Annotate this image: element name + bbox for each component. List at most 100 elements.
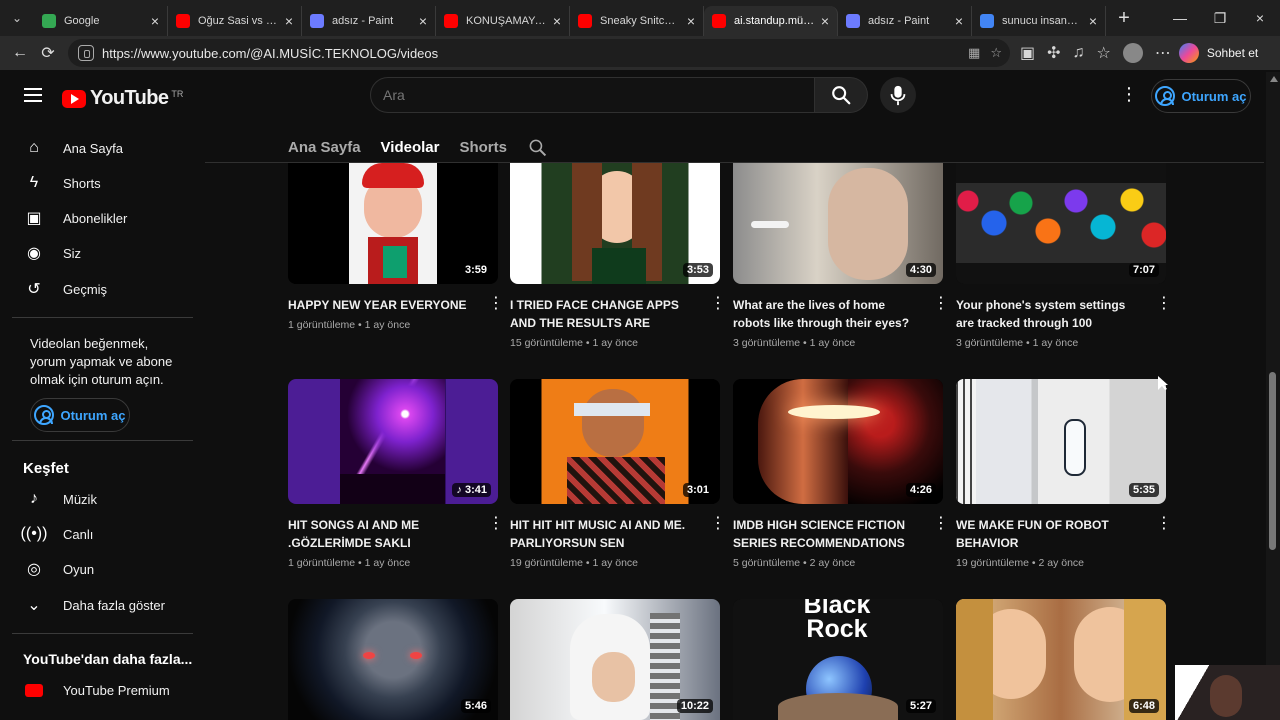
new-tab-icon[interactable]: + — [1106, 7, 1142, 30]
sidebar-item-gaming[interactable]: ◎ Oyun — [0, 552, 205, 586]
video-menu-icon[interactable]: ⋮ — [933, 296, 949, 315]
search-button[interactable] — [815, 77, 868, 113]
video-title[interactable]: HIT SONGS AI AND ME .GÖZLERİMDE SAKLI — [288, 516, 468, 552]
video-thumbnail[interactable]: ♪ 3:41 — [288, 379, 498, 504]
video-menu-icon[interactable]: ⋮ — [488, 516, 504, 535]
video-title[interactable]: I TRIED FACE CHANGE APPS AND THE RESULTS… — [510, 296, 690, 332]
close-tab-icon[interactable]: × — [553, 13, 561, 29]
video-menu-icon[interactable]: ⋮ — [710, 296, 726, 315]
sidebar-item-shorts[interactable]: ϟ Shorts — [0, 166, 205, 200]
video-menu-icon[interactable]: ⋮ — [1156, 296, 1172, 315]
video-menu-icon[interactable]: ⋮ — [710, 516, 726, 535]
refresh-icon[interactable]: ⟳ — [34, 39, 62, 67]
more-browser-icon[interactable]: ⋯ — [1155, 43, 1171, 63]
close-tab-icon[interactable]: × — [821, 13, 829, 29]
video-thumbnail[interactable]: 6:48 — [956, 599, 1166, 720]
video-card[interactable]: 7:07 Your phone's system settings are tra… — [956, 163, 1172, 349]
browser-tab-google[interactable]: Google × — [34, 6, 168, 36]
apps-icon[interactable]: ▦ — [968, 45, 980, 61]
browser-tab-paint[interactable]: adsız - Paint × — [838, 6, 972, 36]
video-thumbnail[interactable]: 5:35 — [956, 379, 1166, 504]
video-card[interactable]: 10:22 — [510, 599, 720, 720]
url-text[interactable]: https://www.youtube.com/@AI.MUSİC.TEKNOL… — [102, 46, 438, 61]
browser-tab-active-youtube[interactable]: ai.standup.müzik - × — [704, 6, 838, 36]
sidebar-item-history[interactable]: ↺ Geçmiş — [0, 272, 205, 306]
favorites-icon[interactable]: ☆ — [1097, 43, 1111, 63]
copilot-chat-button[interactable]: Sohbet et — [1178, 43, 1258, 63]
close-tab-icon[interactable]: × — [955, 13, 963, 29]
video-card[interactable]: 5:46 — [288, 599, 498, 720]
video-menu-icon[interactable]: ⋮ — [933, 516, 949, 535]
page-scrollbar[interactable] — [1266, 72, 1280, 720]
video-card[interactable]: 3:59 HAPPY NEW YEAR EVERYONE ⋮ 1 görüntülem… — [288, 163, 504, 331]
video-title[interactable]: Your phone's system settings are tracked… — [956, 296, 1136, 332]
video-title[interactable]: IMDB HIGH SCIENCE FICTION SERIES RECOMME… — [733, 516, 913, 552]
sidebar-item-show-more[interactable]: ⌄ Daha fazla göster — [0, 588, 205, 622]
sidebar-item-premium[interactable]: YouTube Premium — [0, 673, 205, 707]
video-thumbnail[interactable]: 3:59 — [288, 163, 498, 284]
browser-tab-youtube[interactable]: Sneaky Snitch (Kev × — [570, 6, 704, 36]
settings-more-icon[interactable]: ⋮ — [1120, 84, 1138, 106]
scrollbar-thumb[interactable] — [1269, 372, 1276, 550]
favorite-star-icon[interactable]: ☆ — [990, 45, 1002, 61]
extensions-icon[interactable]: ✣ — [1047, 43, 1060, 63]
sidebar-item-music[interactable]: ♪ Müzik — [0, 482, 205, 516]
tab-home[interactable]: Ana Sayfa — [288, 132, 361, 162]
video-card[interactable]: 6:48 — [956, 599, 1166, 720]
video-card[interactable]: 3:01 HIT HIT HIT MUSIC AI AND ME. PARLIYO… — [510, 379, 726, 569]
back-icon[interactable]: ← — [6, 39, 34, 67]
profile-avatar[interactable] — [1122, 43, 1143, 63]
browser-tab-youtube[interactable]: Oğuz Sasi vs ttnet × — [168, 6, 302, 36]
video-card[interactable]: ♪ 3:41 HIT SONGS AI AND ME .GÖZLERİMDE SA… — [288, 379, 504, 569]
performance-icon[interactable]: ♫ — [1073, 44, 1085, 62]
browser-tab-google[interactable]: sunucu insanpng - × — [972, 6, 1106, 36]
video-title[interactable]: HIT HIT HIT MUSIC AI AND ME. PARLIYORSUN… — [510, 516, 690, 552]
close-tab-icon[interactable]: × — [151, 13, 159, 29]
video-thumbnail[interactable]: 3:53 — [510, 163, 720, 284]
video-thumbnail[interactable]: 5:46 — [288, 599, 498, 720]
menu-icon[interactable] — [24, 88, 42, 102]
sidebar-item-live[interactable]: ((•)) Canlı — [0, 517, 205, 551]
video-card[interactable]: 5:35 WE MAKE FUN OF ROBOT BEHAVIOR ⋮ 19 gör… — [956, 379, 1172, 569]
video-thumbnail[interactable]: 3:01 — [510, 379, 720, 504]
scroll-up-icon[interactable] — [1270, 76, 1278, 82]
calendar-extension-icon[interactable]: ▣ — [1020, 43, 1035, 63]
tab-videos[interactable]: Videolar — [381, 132, 440, 162]
tab-shorts[interactable]: Shorts — [459, 132, 507, 162]
minimize-icon[interactable]: — — [1160, 0, 1200, 36]
sidebar-item-home[interactable]: ⌂ Ana Sayfa — [0, 131, 205, 165]
close-tab-icon[interactable]: × — [1089, 13, 1097, 29]
video-card[interactable]: 3:53 I TRIED FACE CHANGE APPS AND THE RES… — [510, 163, 726, 349]
address-bar[interactable]: https://www.youtube.com/@AI.MUSİC.TEKNOL… — [68, 39, 1010, 67]
close-tab-icon[interactable]: × — [687, 13, 695, 29]
video-card[interactable]: Black Rock 5:27 — [733, 599, 943, 720]
search-input[interactable] — [370, 77, 815, 113]
video-thumbnail[interactable]: Black Rock 5:27 — [733, 599, 943, 720]
close-window-icon[interactable]: × — [1240, 0, 1280, 36]
sidebar-item-you[interactable]: ◉ Siz — [0, 236, 205, 270]
video-thumbnail[interactable]: 7:07 — [956, 163, 1166, 284]
close-tab-icon[interactable]: × — [419, 13, 427, 29]
restore-icon[interactable]: ❐ — [1200, 0, 1240, 36]
video-title[interactable]: What are the lives of home robots like t… — [733, 296, 913, 332]
video-thumbnail[interactable]: 10:22 — [510, 599, 720, 720]
video-thumbnail[interactable]: 4:26 — [733, 379, 943, 504]
video-card[interactable]: 4:30 What are the lives of home robots li… — [733, 163, 949, 349]
game-icon: ◎ — [27, 561, 41, 578]
video-card[interactable]: 4:26 IMDB HIGH SCIENCE FICTION SERIES REC… — [733, 379, 949, 569]
tab-menu-icon[interactable]: ⌄ — [0, 0, 34, 36]
video-title[interactable]: WE MAKE FUN OF ROBOT BEHAVIOR — [956, 516, 1136, 552]
video-menu-icon[interactable]: ⋮ — [488, 296, 504, 315]
sidebar-signin-button[interactable]: Oturum aç — [30, 398, 130, 432]
video-thumbnail[interactable]: 4:30 — [733, 163, 943, 284]
sidebar-item-subscriptions[interactable]: ▣ Abonelikler — [0, 201, 205, 235]
header-signin-button[interactable]: Oturum aç — [1151, 79, 1251, 113]
video-menu-icon[interactable]: ⋮ — [1156, 516, 1172, 535]
site-info-icon[interactable] — [78, 45, 94, 61]
voice-search-button[interactable] — [880, 77, 916, 113]
browser-tab-paint[interactable]: adsız - Paint × — [302, 6, 436, 36]
close-tab-icon[interactable]: × — [285, 13, 293, 29]
channel-search-icon[interactable] — [527, 136, 549, 158]
youtube-logo[interactable]: YouTube TR — [62, 87, 183, 110]
browser-tab-youtube[interactable]: KONUŞAMAYANLA × — [436, 6, 570, 36]
